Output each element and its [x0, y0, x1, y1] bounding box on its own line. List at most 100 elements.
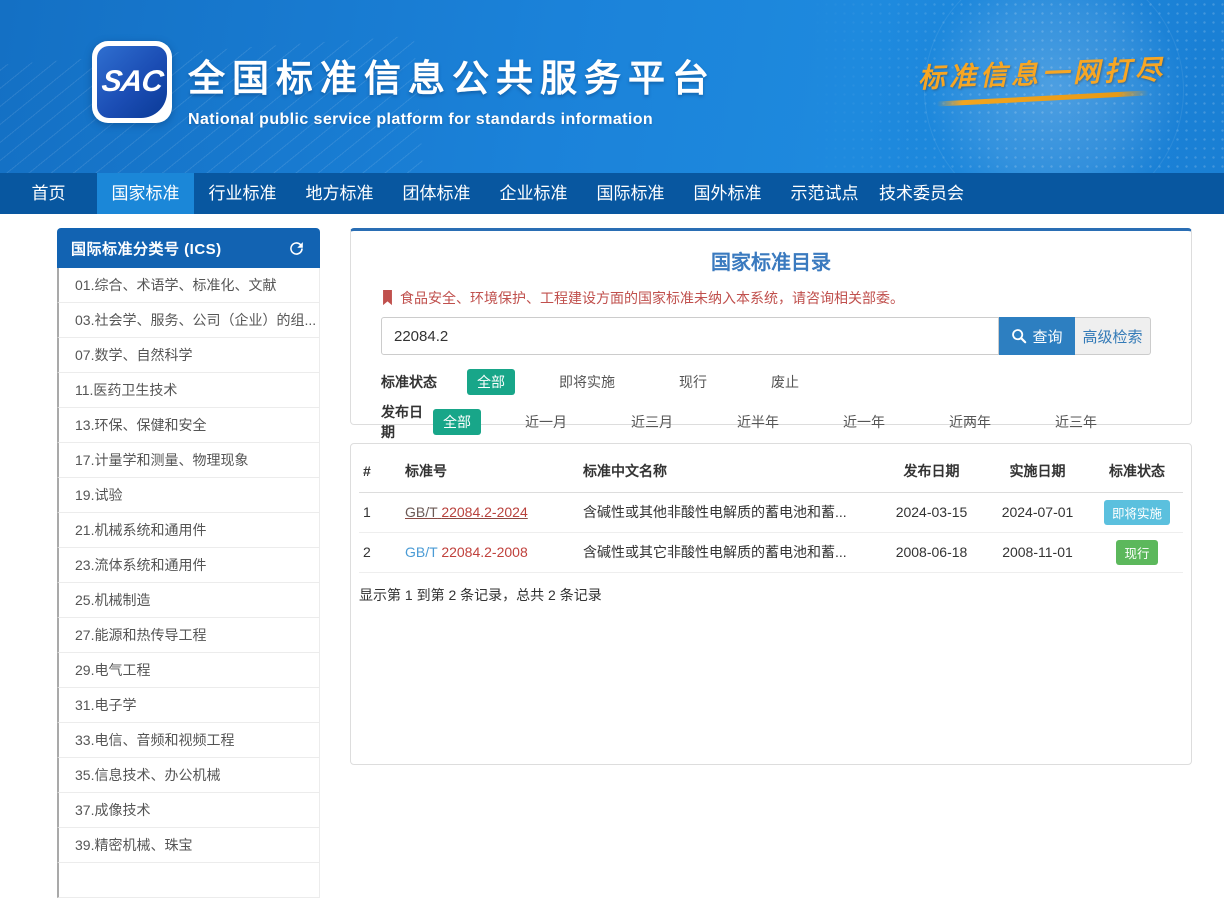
results-header-row: # 标准号 标准中文名称 发布日期 实施日期 标准状态 — [359, 450, 1183, 492]
implement-date: 2008-11-01 — [984, 532, 1091, 572]
row-index: 2 — [359, 532, 401, 572]
ics-category-item[interactable]: 03.社会学、服务、公司（企业）的组... — [57, 303, 320, 338]
col-standard-name: 标准中文名称 — [579, 450, 879, 492]
ics-category-item[interactable]: 35.信息技术、办公机械 — [57, 758, 320, 793]
search-icon — [1011, 328, 1027, 344]
status-badge: 现行 — [1116, 540, 1157, 565]
brand-block: 全国标准信息公共服务平台 National public service pla… — [188, 48, 716, 129]
search-card: 国家标准目录 食品安全、环境保护、工程建设方面的国家标准未纳入本系统，请咨询相关… — [350, 228, 1192, 425]
site-title: 全国标准信息公共服务平台 — [188, 48, 716, 102]
ics-category-item[interactable]: 37.成像技术 — [57, 793, 320, 828]
notice-text: 食品安全、环境保护、工程建设方面的国家标准未纳入本系统，请咨询相关部委。 — [400, 288, 904, 308]
ics-category-item[interactable]: 21.机械系统和通用件 — [57, 513, 320, 548]
col-publish-date: 发布日期 — [879, 450, 984, 492]
site-subtitle: National public service platform for sta… — [188, 111, 716, 129]
standard-name: 含碱性或其它非酸性电解质的蓄电池和蓄... — [579, 532, 879, 572]
standard-number-value: 22084.2-2008 — [441, 544, 527, 560]
ics-category-item[interactable]: 17.计量学和测量、物理现象 — [57, 443, 320, 478]
nav-item[interactable]: 国外标准 — [679, 173, 776, 214]
pagination-summary: 显示第 1 到第 2 条记录，总共 2 条记录 — [359, 585, 1189, 605]
ics-category-item[interactable]: 19.试验 — [57, 478, 320, 513]
standard-name: 含碱性或其他非酸性电解质的蓄电池和蓄... — [579, 492, 879, 532]
bookmark-icon — [381, 290, 394, 306]
nav-item[interactable]: 技术委员会 — [873, 173, 970, 214]
slogan-text: 标准信息一网打尽 — [917, 48, 1166, 96]
ics-category-item[interactable]: 31.电子学 — [57, 688, 320, 723]
ics-category-list: 01.综合、术语学、标准化、文献 03.社会学、服务、公司（企业）的组... 0… — [57, 268, 320, 898]
filter-status-label: 标准状态 — [381, 372, 467, 392]
filter-status-option[interactable]: 即将实施 — [549, 369, 625, 395]
filter-date-option[interactable]: 近一月 — [515, 409, 577, 435]
results-table: # 标准号 标准中文名称 发布日期 实施日期 标准状态 1 GB/T — [359, 450, 1183, 573]
nav-item[interactable]: 国家标准 — [97, 173, 194, 214]
result-row: 1 GB/T 22084.2-2024 含碱性或其他非酸性电解质的蓄电池和蓄..… — [359, 492, 1183, 532]
standard-number-link[interactable]: GB/T 22084.2-2024 — [405, 504, 528, 520]
filter-date-option[interactable]: 近三年 — [1045, 409, 1107, 435]
ics-category-item[interactable]: 33.电信、音频和视频工程 — [57, 723, 320, 758]
notice-bar: 食品安全、环境保护、工程建设方面的国家标准未纳入本系统，请咨询相关部委。 — [381, 288, 1151, 308]
query-button-label: 查询 — [1032, 326, 1062, 347]
ics-category-item[interactable]: 23.流体系统和通用件 — [57, 548, 320, 583]
ics-category-item[interactable]: 25.机械制造 — [57, 583, 320, 618]
nav-item[interactable]: 示范试点 — [776, 173, 873, 214]
col-index: # — [359, 450, 401, 492]
filter-date-row: 发布日期 全部 近一月 近三月 近半年 近一年 近两年 近三年 — [381, 409, 1151, 435]
query-button[interactable]: 查询 — [999, 317, 1075, 355]
ics-sidebar-title: 国际标准分类号 (ICS) — [71, 238, 222, 259]
refresh-icon[interactable] — [287, 239, 306, 258]
publish-date: 2008-06-18 — [879, 532, 984, 572]
filter-status-option[interactable]: 现行 — [669, 369, 717, 395]
filter-status-option[interactable]: 全部 — [467, 369, 515, 395]
main-nav: 首页 国家标准 行业标准 地方标准 团体标准 企业标准 国际标准 国外标准 示范… — [0, 173, 1224, 214]
filter-status-option[interactable]: 废止 — [761, 369, 809, 395]
status-badge: 即将实施 — [1104, 500, 1170, 525]
main-content: 国家标准目录 食品安全、环境保护、工程建设方面的国家标准未纳入本系统，请咨询相关… — [350, 228, 1192, 765]
advanced-search-button[interactable]: 高级检索 — [1075, 317, 1151, 355]
filter-date-options: 全部 近一月 近三月 近半年 近一年 近两年 近三年 — [433, 409, 1151, 435]
standard-number-prefix: GB/T — [405, 504, 437, 520]
page-title: 国家标准目录 — [351, 246, 1191, 275]
ics-sidebar: 国际标准分类号 (ICS) 01.综合、术语学、标准化、文献 03.社会学、服务… — [57, 228, 320, 898]
filter-date-label: 发布日期 — [381, 402, 433, 442]
header-banner: SAC 全国标准信息公共服务平台 National public service… — [0, 0, 1224, 173]
ics-category-item[interactable] — [57, 863, 320, 898]
ics-category-item[interactable]: 29.电气工程 — [57, 653, 320, 688]
result-row: 2 GB/T 22084.2-2008 含碱性或其它非酸性电解质的蓄电池和蓄..… — [359, 532, 1183, 572]
nav-item[interactable]: 企业标准 — [485, 173, 582, 214]
ics-category-item[interactable]: 39.精密机械、珠宝 — [57, 828, 320, 863]
ics-category-item[interactable]: 11.医药卫生技术 — [57, 373, 320, 408]
col-standard-number: 标准号 — [401, 450, 579, 492]
standard-number-link[interactable]: GB/T 22084.2-2008 — [405, 544, 528, 560]
slogan-block: 标准信息一网打尽 — [917, 48, 1167, 106]
row-index: 1 — [359, 492, 401, 532]
implement-date: 2024-07-01 — [984, 492, 1091, 532]
sac-logo-icon: SAC — [97, 46, 167, 118]
search-row: 查询 高级检索 — [381, 317, 1151, 355]
ics-category-item[interactable]: 01.综合、术语学、标准化、文献 — [57, 268, 320, 303]
ics-category-item[interactable]: 27.能源和热传导工程 — [57, 618, 320, 653]
filter-date-option[interactable]: 近三月 — [621, 409, 683, 435]
results-card: # 标准号 标准中文名称 发布日期 实施日期 标准状态 1 GB/T — [350, 443, 1192, 765]
filter-status-row: 标准状态 全部 即将实施 现行 废止 — [381, 369, 1151, 395]
col-status: 标准状态 — [1091, 450, 1183, 492]
standard-number-prefix: GB/T — [405, 544, 437, 560]
ics-category-item[interactable]: 13.环保、保健和安全 — [57, 408, 320, 443]
filter-date-option[interactable]: 近一年 — [833, 409, 895, 435]
ics-category-item[interactable]: 07.数学、自然科学 — [57, 338, 320, 373]
nav-item[interactable]: 国际标准 — [582, 173, 679, 214]
publish-date: 2024-03-15 — [879, 492, 984, 532]
sac-logo: SAC — [92, 41, 172, 123]
nav-item[interactable]: 首页 — [0, 173, 97, 214]
standard-number-value: 22084.2-2024 — [441, 504, 527, 520]
nav-item[interactable]: 地方标准 — [291, 173, 388, 214]
nav-item[interactable]: 行业标准 — [194, 173, 291, 214]
filter-date-option[interactable]: 近两年 — [939, 409, 1001, 435]
filter-date-option[interactable]: 全部 — [433, 409, 481, 435]
filter-date-option[interactable]: 近半年 — [727, 409, 789, 435]
col-implement-date: 实施日期 — [984, 450, 1091, 492]
ics-sidebar-header: 国际标准分类号 (ICS) — [57, 228, 320, 268]
sac-logo-text: SAC — [99, 65, 164, 99]
nav-item[interactable]: 团体标准 — [388, 173, 485, 214]
search-input[interactable] — [381, 317, 999, 355]
filter-status-options: 全部 即将实施 现行 废止 — [467, 369, 853, 395]
